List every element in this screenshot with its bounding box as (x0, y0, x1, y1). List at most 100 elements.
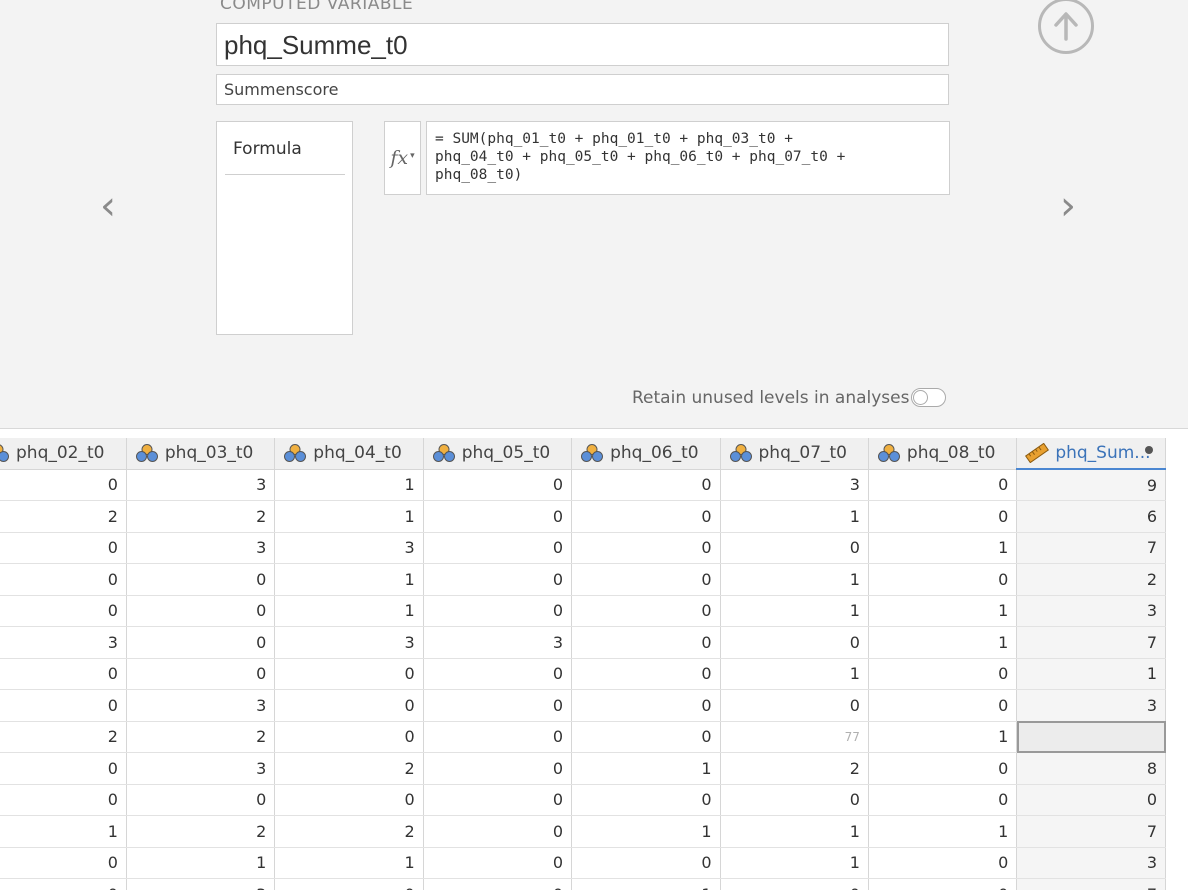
table-cell[interactable]: 1 (572, 753, 720, 785)
table-cell[interactable]: 0 (572, 690, 720, 722)
table-cell[interactable]: 0 (572, 847, 720, 879)
column-header[interactable]: phq_02_t0 (0, 438, 126, 469)
table-cell[interactable]: 0 (275, 879, 423, 890)
table-cell[interactable]: 3 (1017, 847, 1166, 879)
formula-input[interactable]: = SUM(phq_01_t0 + phq_01_t0 + phq_03_t0 … (426, 121, 950, 195)
table-cell[interactable]: 0 (423, 784, 571, 816)
table-cell[interactable]: 0 (1017, 784, 1166, 816)
table-cell[interactable]: 3 (423, 627, 571, 659)
table-cell[interactable]: 0 (572, 627, 720, 659)
table-cell[interactable]: 3 (720, 469, 868, 501)
table-cell[interactable]: 2 (275, 816, 423, 848)
table-cell[interactable]: 0 (0, 469, 126, 501)
table-cell[interactable]: 3 (126, 753, 274, 785)
table-cell[interactable]: 3 (126, 690, 274, 722)
table-cell[interactable]: 6 (1017, 501, 1166, 533)
table-cell[interactable]: 3 (275, 532, 423, 564)
table-cell[interactable]: 1 (0, 816, 126, 848)
variable-name-input[interactable]: phq_Summe_t0 (216, 23, 949, 66)
table-cell[interactable]: 0 (868, 469, 1016, 501)
table-cell[interactable]: 1 (275, 501, 423, 533)
table-cell[interactable]: 77 (720, 721, 868, 753)
column-header[interactable]: phq_Sum... (1017, 438, 1166, 469)
table-cell[interactable]: 1 (275, 847, 423, 879)
table-cell[interactable]: 0 (0, 753, 126, 785)
function-button[interactable]: fx▾ (384, 121, 421, 195)
table-cell[interactable]: 0 (868, 879, 1016, 890)
table-cell[interactable]: 0 (868, 784, 1016, 816)
table-cell[interactable]: 3 (275, 627, 423, 659)
column-header[interactable]: phq_06_t0 (572, 438, 720, 469)
table-cell[interactable]: 9 (1017, 469, 1166, 501)
table-cell[interactable]: 0 (572, 784, 720, 816)
column-header[interactable]: phq_04_t0 (275, 438, 423, 469)
table-cell[interactable]: 2 (0, 721, 126, 753)
table-cell[interactable]: 0 (423, 879, 571, 890)
table-cell[interactable]: 0 (0, 784, 126, 816)
table-cell[interactable]: 0 (720, 627, 868, 659)
table-cell[interactable]: 1 (275, 595, 423, 627)
table-cell[interactable]: 0 (126, 627, 274, 659)
table-cell[interactable]: 0 (423, 469, 571, 501)
table-cell[interactable]: 0 (868, 564, 1016, 596)
table-cell[interactable]: 3 (1017, 690, 1166, 722)
table-cell[interactable]: 0 (720, 690, 868, 722)
table-cell[interactable]: 1 (275, 469, 423, 501)
table-cell[interactable]: 7 (1017, 879, 1166, 890)
table-cell[interactable]: 0 (0, 532, 126, 564)
table-cell[interactable]: 0 (572, 469, 720, 501)
table-cell[interactable]: 0 (572, 532, 720, 564)
table-cell[interactable]: 0 (572, 658, 720, 690)
table-cell[interactable]: 0 (275, 721, 423, 753)
table-cell[interactable]: 0 (720, 532, 868, 564)
table-cell[interactable]: 0 (423, 564, 571, 596)
table-cell[interactable] (1017, 721, 1166, 753)
table-cell[interactable]: 0 (126, 564, 274, 596)
variable-description-input[interactable]: Summenscore (216, 74, 949, 105)
table-cell[interactable]: 2 (126, 501, 274, 533)
table-cell[interactable]: 0 (572, 564, 720, 596)
table-cell[interactable]: 7 (1017, 816, 1166, 848)
table-cell[interactable]: 0 (0, 690, 126, 722)
table-cell[interactable]: 3 (0, 627, 126, 659)
table-cell[interactable]: 0 (572, 501, 720, 533)
table-cell[interactable]: 2 (126, 816, 274, 848)
table-cell[interactable]: 1 (868, 816, 1016, 848)
table-cell[interactable]: 0 (126, 784, 274, 816)
table-cell[interactable]: 2 (0, 501, 126, 533)
table-cell[interactable]: 0 (423, 690, 571, 722)
table-cell[interactable]: 0 (423, 816, 571, 848)
table-cell[interactable]: 0 (868, 847, 1016, 879)
table-cell[interactable]: 0 (720, 879, 868, 890)
table-cell[interactable]: 3 (126, 469, 274, 501)
table-cell[interactable]: 0 (423, 753, 571, 785)
table-cell[interactable]: 2 (275, 753, 423, 785)
table-cell[interactable]: 1 (126, 847, 274, 879)
table-cell[interactable]: 3 (126, 532, 274, 564)
table-cell[interactable]: 0 (868, 658, 1016, 690)
table-cell[interactable]: 8 (1017, 753, 1166, 785)
chevron-right-icon[interactable]: › (1060, 186, 1076, 226)
table-cell[interactable]: 0 (0, 847, 126, 879)
table-cell[interactable]: 1 (1017, 658, 1166, 690)
table-cell[interactable]: 1 (868, 532, 1016, 564)
table-cell[interactable]: 0 (423, 532, 571, 564)
table-cell[interactable]: 7 (1017, 627, 1166, 659)
table-cell[interactable]: 0 (868, 753, 1016, 785)
table-cell[interactable]: 1 (720, 816, 868, 848)
table-cell[interactable]: 0 (0, 564, 126, 596)
table-cell[interactable]: 1 (720, 595, 868, 627)
table-cell[interactable]: 0 (423, 721, 571, 753)
table-cell[interactable]: 0 (275, 690, 423, 722)
column-header[interactable]: phq_07_t0 (720, 438, 868, 469)
table-cell[interactable]: 1 (720, 658, 868, 690)
table-cell[interactable]: 1 (720, 564, 868, 596)
column-header[interactable]: phq_08_t0 (868, 438, 1016, 469)
table-cell[interactable]: 1 (868, 721, 1016, 753)
column-header[interactable]: phq_03_t0 (126, 438, 274, 469)
table-cell[interactable]: 3 (1017, 595, 1166, 627)
table-cell[interactable]: 0 (423, 595, 571, 627)
table-cell[interactable]: 1 (720, 501, 868, 533)
table-cell[interactable]: 0 (423, 658, 571, 690)
table-cell[interactable]: 0 (0, 595, 126, 627)
